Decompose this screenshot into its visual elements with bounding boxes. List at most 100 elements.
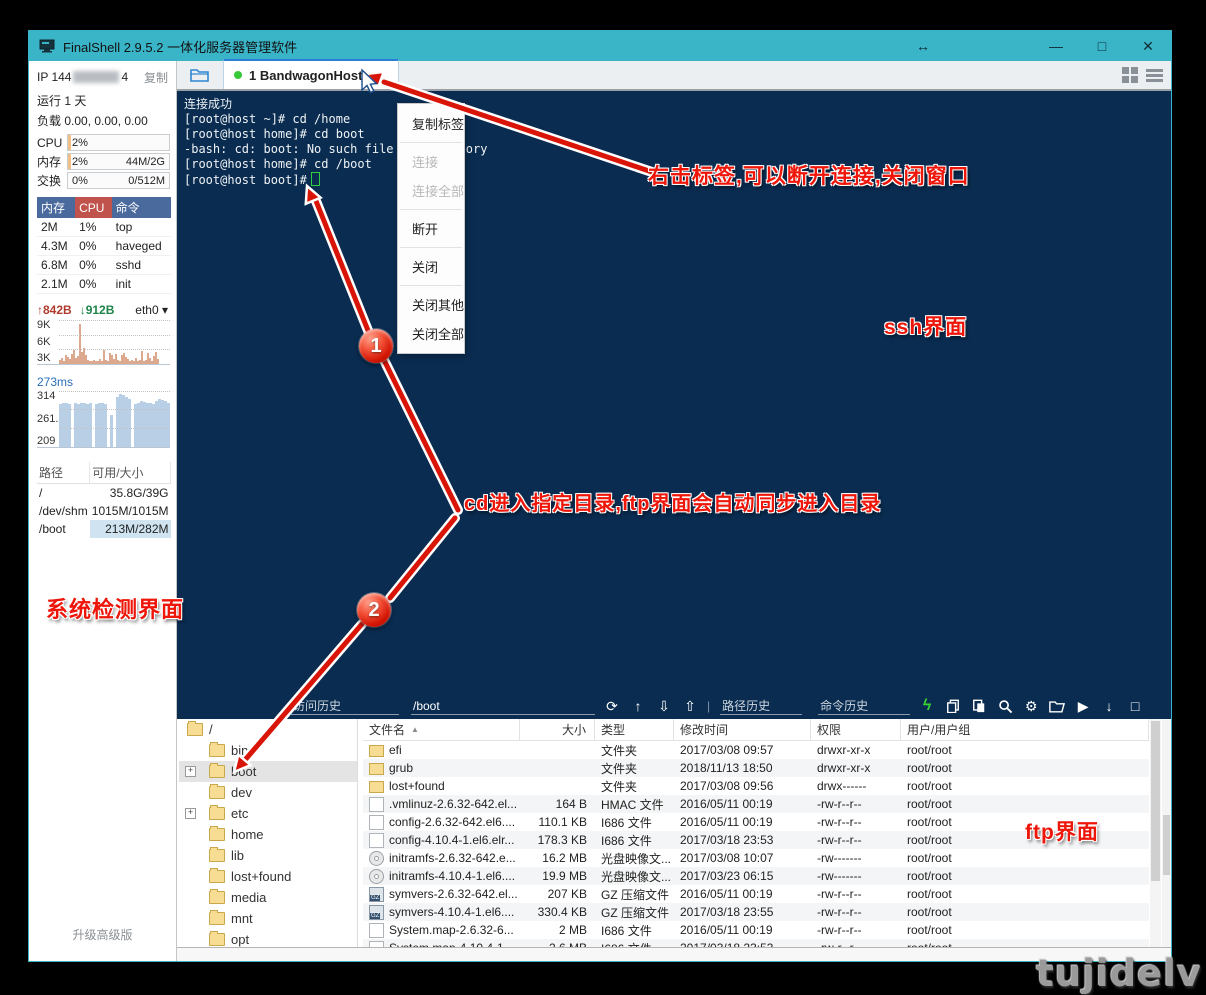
tree-item-media[interactable]: media xyxy=(179,887,357,908)
file-mtime: 2017/03/18 23:53 xyxy=(674,833,811,847)
copy-icon[interactable] xyxy=(944,697,962,715)
file-name-cell: initramfs-2.6.32-642.e... xyxy=(363,851,520,866)
close-button[interactable]: ✕ xyxy=(1125,31,1171,61)
upgrade-link[interactable]: 升级高级版 xyxy=(29,926,176,943)
interface-selector[interactable]: eth0 ▾ xyxy=(135,303,168,317)
column-header-文件名[interactable]: 文件名▲ xyxy=(363,719,520,740)
paste-icon[interactable] xyxy=(970,697,988,715)
layout-grid-icon[interactable] xyxy=(1122,67,1138,83)
upload-icon[interactable]: ⇧ xyxy=(681,698,699,715)
tree-item-boot[interactable]: +boot xyxy=(179,761,357,782)
gauge-label: CPU xyxy=(37,136,67,150)
tree-item-bin[interactable]: bin xyxy=(179,740,357,761)
tree-item-lib[interactable]: lib xyxy=(179,845,357,866)
menu-item-复制标签[interactable]: 复制标签 xyxy=(398,109,464,138)
download-icon[interactable]: ⇩ xyxy=(655,698,673,715)
disk-row[interactable]: /dev/shm1015M/1015M xyxy=(37,502,171,520)
disk-row[interactable]: /35.8G/39G xyxy=(37,484,171,503)
process-row[interactable]: 2M1%top xyxy=(37,218,171,237)
expander-icon[interactable]: + xyxy=(185,766,196,777)
file-row[interactable]: initramfs-2.6.32-642.e...16.2 MB光盘映像文...… xyxy=(363,849,1149,867)
resize-button[interactable]: ↔ xyxy=(893,31,953,61)
proc-cell: 2.1M xyxy=(37,275,75,294)
file-perm: -rw-r--r-- xyxy=(811,887,901,901)
file-row[interactable]: grub文件夹2018/11/13 18:50drwxr-xr-xroot/ro… xyxy=(363,759,1149,777)
y-tick: 209 xyxy=(37,436,59,447)
menu-item-连接全部: 连接全部 xyxy=(398,176,464,205)
tab-bandwagonhost[interactable]: 1 BandwagonHost xyxy=(223,59,399,89)
file-mtime: 2017/03/08 09:57 xyxy=(674,743,811,757)
lightning-icon[interactable]: ϟ xyxy=(918,697,936,715)
process-table: 内存CPU命令 2M1%top4.3M0%haveged6.8M0%sshd2.… xyxy=(37,197,171,294)
menu-item-关闭[interactable]: 关闭 xyxy=(398,252,464,281)
search-icon[interactable] xyxy=(996,697,1014,715)
file-row[interactable]: config-4.10.4-1.el6.elr...178.3 KBI686 文… xyxy=(363,831,1149,849)
process-row[interactable]: 6.8M0%sshd xyxy=(37,256,171,275)
proc-cell: 0% xyxy=(75,237,112,256)
proc-cell: haveged xyxy=(112,237,171,256)
tree-item-opt[interactable]: opt xyxy=(179,929,357,949)
disk-path: /dev/shm xyxy=(37,502,90,520)
gauge-detail: 0/512M xyxy=(128,175,165,187)
gear-icon[interactable]: ⚙ xyxy=(1022,697,1040,715)
play-icon[interactable]: ▶ xyxy=(1074,697,1092,715)
file-mtime: 2017/03/08 10:07 xyxy=(674,851,811,865)
file-size: 19.9 MB xyxy=(520,869,595,883)
path-input[interactable]: /boot xyxy=(411,698,595,715)
process-row[interactable]: 2.1M0%init xyxy=(37,275,171,294)
menu-item-关闭其他[interactable]: 关闭其他 xyxy=(398,290,464,319)
process-row[interactable]: 4.3M0%haveged xyxy=(37,237,171,256)
copy-ip-button[interactable]: 复制 xyxy=(144,69,168,86)
tree-item-/[interactable]: / xyxy=(179,719,357,740)
page: FinalShell 2.9.5.2 一体化服务器管理软件 ↔—□✕ IP 14… xyxy=(0,0,1206,989)
folder-open-icon[interactable] xyxy=(1048,697,1066,715)
connected-dot xyxy=(234,71,242,79)
access-history-field[interactable]: 访问历史 xyxy=(291,698,399,715)
column-header-类型[interactable]: 类型 xyxy=(595,719,674,740)
folder-icon xyxy=(209,828,225,841)
open-folder-icon[interactable] xyxy=(185,63,215,87)
gauge-bar: 2%44M/2G xyxy=(67,153,170,170)
status-bar xyxy=(177,947,1171,961)
tree-item-etc[interactable]: +etc xyxy=(179,803,357,824)
file-row[interactable]: initramfs-4.10.4-1.el6....19.9 MB光盘映像文..… xyxy=(363,867,1149,885)
file-row[interactable]: lost+found文件夹2017/03/08 09:56drwx------r… xyxy=(363,777,1149,795)
tree-scrollbar[interactable] xyxy=(1162,719,1171,949)
menu-bars-icon[interactable] xyxy=(1146,67,1163,84)
down-arrow-icon[interactable]: ↓ xyxy=(1100,697,1118,715)
tree-item-dev[interactable]: dev xyxy=(179,782,357,803)
file-row[interactable]: symvers-2.6.32-642.el...207 KBGZ 压缩文件201… xyxy=(363,885,1149,903)
command-history-field[interactable]: 命令历史 xyxy=(818,698,910,715)
tree-item-lost+found[interactable]: lost+found xyxy=(179,866,357,887)
path-history-field[interactable]: 路径历史 xyxy=(720,698,802,715)
gauge-percent: 2% xyxy=(72,156,88,168)
up-icon[interactable]: ↑ xyxy=(629,698,647,715)
maximize-button[interactable]: □ xyxy=(1079,31,1125,61)
file-row[interactable]: symvers-4.10.4-1.el6....330.4 KBGZ 压缩文件2… xyxy=(363,903,1149,921)
network-chart: 9K6K3K xyxy=(37,320,170,365)
minimize-button[interactable]: — xyxy=(1033,31,1079,61)
disk-value: 213M/282M xyxy=(90,520,171,538)
window-icon[interactable]: □ xyxy=(1126,697,1144,715)
column-header-用户/用户组[interactable]: 用户/用户组 xyxy=(901,719,1149,740)
menu-item-关闭全部[interactable]: 关闭全部 xyxy=(398,319,464,348)
proc-cell: sshd xyxy=(112,256,171,275)
disk-row[interactable]: /boot213M/282M xyxy=(37,520,171,538)
column-header-权限[interactable]: 权限 xyxy=(811,719,901,740)
table-scrollbar[interactable] xyxy=(1150,719,1161,949)
file-type: GZ 压缩文件 xyxy=(595,886,674,903)
menu-item-断开[interactable]: 断开 xyxy=(398,214,464,243)
expander-icon[interactable]: + xyxy=(185,808,196,819)
column-header-修改时间[interactable]: 修改时间 xyxy=(674,719,811,740)
file-row[interactable]: .vmlinuz-2.6.32-642.el...164 BHMAC 文件201… xyxy=(363,795,1149,813)
file-name-cell: lost+found xyxy=(363,779,520,793)
tree-item-home[interactable]: home xyxy=(179,824,357,845)
file-row[interactable]: efi文件夹2017/03/08 09:57drwxr-xr-xroot/roo… xyxy=(363,741,1149,759)
refresh-icon[interactable]: ⟳ xyxy=(603,698,621,715)
tree-item-mnt[interactable]: mnt xyxy=(179,908,357,929)
file-row[interactable]: config-2.6.32-642.el6....110.1 KBI686 文件… xyxy=(363,813,1149,831)
ssh-terminal[interactable]: 连接成功[root@host ~]# cd /home[root@host ho… xyxy=(177,91,1171,719)
file-row[interactable]: System.map-2.6.32-6...2 MBI686 文件2016/05… xyxy=(363,921,1149,939)
finalshell-window: FinalShell 2.9.5.2 一体化服务器管理软件 ↔—□✕ IP 14… xyxy=(28,30,1172,962)
column-header-大小[interactable]: 大小 xyxy=(520,719,595,740)
